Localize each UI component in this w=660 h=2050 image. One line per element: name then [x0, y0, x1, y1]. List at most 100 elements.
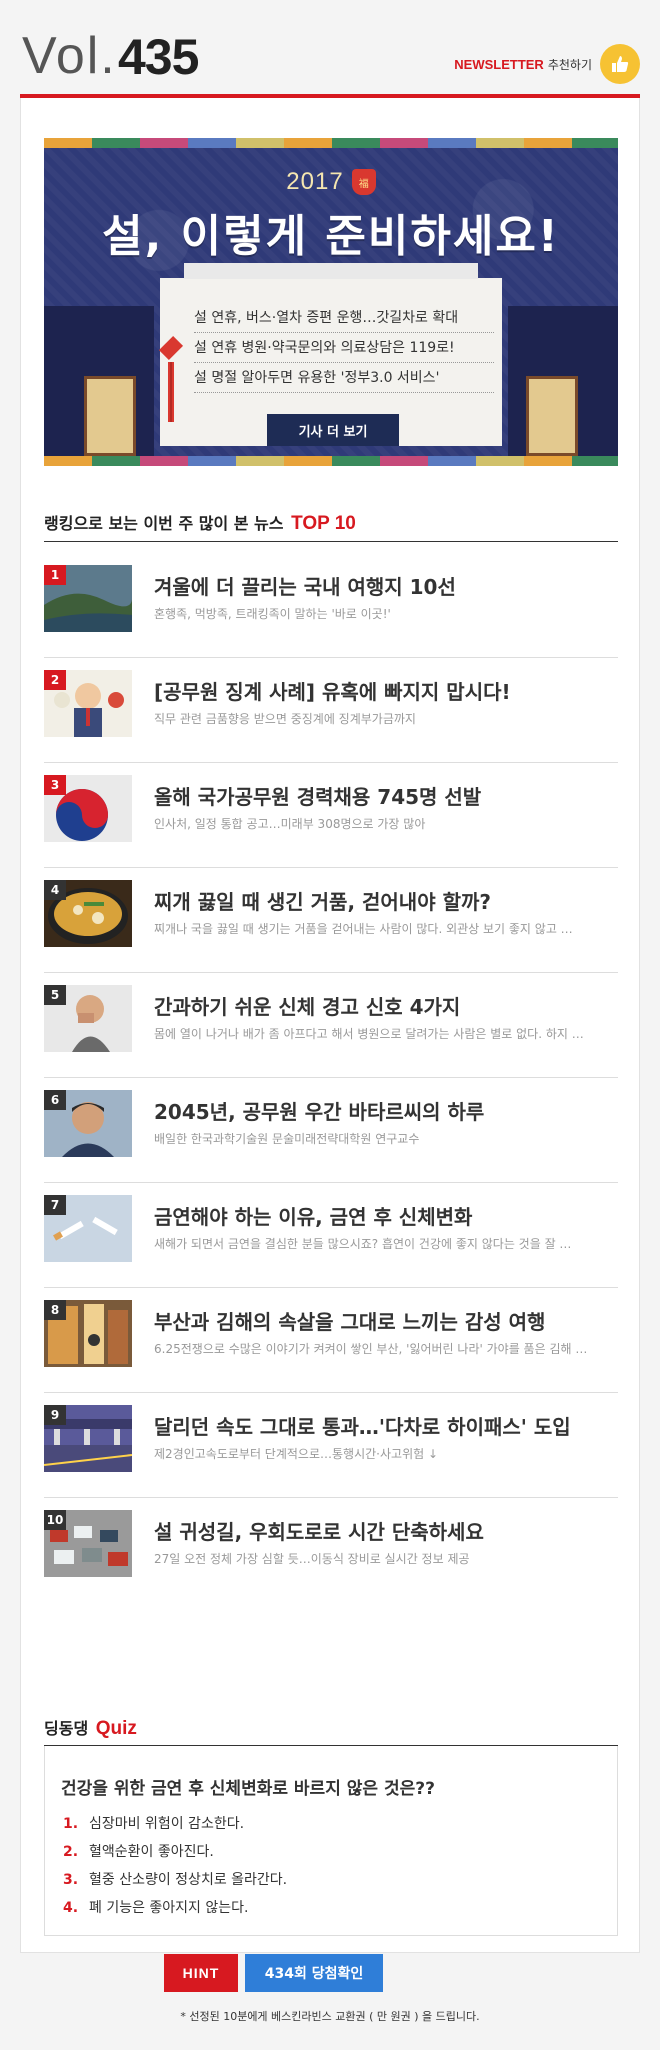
news-desc: 인사처, 일정 통합 공고…미래부 308명으로 가장 많아 — [154, 817, 426, 831]
news-thumbnail[interactable]: 9 — [44, 1405, 132, 1472]
winners-check-button[interactable]: 434회 당첨확인 — [245, 1954, 383, 1992]
quiz-option-number: 3. — [63, 1872, 79, 1888]
lunar-new-year-banner[interactable]: 2017 福 설, 이렇게 준비하세요! 설 연휴, 버스·열차 증편 운행…갓… — [44, 138, 618, 466]
hanok-building-left — [44, 306, 154, 456]
quiz-option-number: 1. — [63, 1816, 79, 1832]
ranking-title-text: 랭킹으로 보는 이번 주 많이 본 뉴스 — [44, 514, 284, 533]
thumbs-up-icon[interactable] — [600, 44, 640, 84]
banner-line[interactable]: 설 명절 알아두면 유용한 '정부3.0 서비스' — [194, 363, 494, 393]
banner-year-row: 2017 福 — [44, 168, 618, 196]
scroll-bar — [184, 263, 478, 279]
quiz-option-text: 혈중 산소량이 정상치로 올라간다. — [89, 1872, 288, 1888]
knot-ornament-icon — [158, 308, 184, 422]
prize-note: * 선정된 10분에게 베스킨라빈스 교환권 ( 만 원권 ) 을 드립니다. — [180, 2010, 480, 2023]
news-title[interactable]: 달리던 속도 그대로 통과…'다차로 하이패스' 도입 — [154, 1411, 571, 1440]
thumbs-up-glyph — [612, 56, 629, 72]
news-thumbnail[interactable]: 8 — [44, 1300, 132, 1367]
banner-lines: 설 연휴, 버스·열차 증편 운행…갓길차로 확대 설 연휴 병원·약국문의와 … — [194, 303, 494, 393]
news-item[interactable]: 8 부산과 김해의 속살을 그대로 느끼는 감성 여행 6.25전쟁으로 수많은… — [44, 1288, 618, 1393]
quiz-title-text: 딩동댕 — [44, 1719, 89, 1738]
rank-badge: 3 — [44, 775, 66, 795]
news-desc: 몸에 열이 나거나 배가 좀 아프다고 해서 병원으로 달려가는 사람은 별로 … — [154, 1027, 584, 1041]
hanok-window-right — [526, 376, 578, 456]
news-title[interactable]: 2045년, 공무원 우간 바타르씨의 하루 — [154, 1096, 484, 1125]
vol-prefix: Vol. — [22, 27, 117, 85]
news-desc: 6.25전쟁으로 수많은 이야기가 켜켜이 쌓인 부산, '잃어버린 나라' 가… — [154, 1342, 588, 1356]
ranking-title-accent: TOP 10 — [291, 513, 356, 534]
lucky-pouch-icon: 福 — [351, 169, 376, 195]
news-item[interactable]: 5 간과하기 쉬운 신체 경고 신호 4가지 몸에 열이 나거나 배가 좀 아프… — [44, 973, 618, 1078]
recommend-label: 추천하기 — [547, 57, 592, 72]
ranking-title: 랭킹으로 보는 이번 주 많이 본 뉴스 TOP 10 — [44, 510, 356, 535]
quiz-option-number: 2. — [63, 1844, 79, 1860]
quiz-buttons: HINT 434회 당첨확인 — [164, 1954, 383, 1992]
banner-line[interactable]: 설 연휴, 버스·열차 증편 운행…갓길차로 확대 — [194, 303, 494, 333]
quiz-options: 1. 심장마비 위험이 감소한다. 2. 혈액순환이 좋아진다. 3. 혈중 산소량이… — [63, 1810, 287, 1922]
news-title[interactable]: 금연해야 하는 이유, 금연 후 신체변화 — [154, 1201, 472, 1230]
news-item[interactable]: 4 찌개 끓일 때 생긴 거품, 걷어내야 할까? 찌개나 국을 끓일 때 생기… — [44, 868, 618, 973]
news-desc: 새해가 되면서 금연을 결심한 분들 많으시죠? 흡연이 건강에 좋지 않다는 … — [154, 1237, 572, 1251]
news-item[interactable]: 1 겨울에 더 끌리는 국내 여행지 10선 혼행족, 먹방족, 트래킹족이 말… — [44, 553, 618, 658]
quiz-option-text: 심장마비 위험이 감소한다. — [89, 1816, 245, 1832]
banner-year: 2017 — [286, 168, 344, 195]
rank-badge: 10 — [44, 1510, 66, 1530]
news-item[interactable]: 7 금연해야 하는 이유, 금연 후 신체변화 새해가 되면서 금연을 결심한 … — [44, 1183, 618, 1288]
rank-badge: 1 — [44, 565, 66, 585]
news-desc: 제2경인고속도로부터 단계적으로…통행시간·사고위험 ↓ — [154, 1447, 439, 1461]
quiz-option-text: 폐 기능은 좋아지지 않는다. — [89, 1900, 249, 1916]
read-more-button[interactable]: 기사 더 보기 — [267, 414, 399, 446]
news-thumbnail[interactable]: 5 — [44, 985, 132, 1052]
news-title[interactable]: 부산과 김해의 속살을 그대로 느끼는 감성 여행 — [154, 1306, 545, 1335]
news-thumbnail[interactable]: 4 — [44, 880, 132, 947]
hanok-window-left — [84, 376, 136, 456]
rank-badge: 7 — [44, 1195, 66, 1215]
news-thumbnail[interactable]: 7 — [44, 1195, 132, 1262]
rank-badge: 8 — [44, 1300, 66, 1320]
quiz-title-accent: Quiz — [95, 1718, 137, 1739]
quiz-option: 2. 혈액순환이 좋아진다. — [63, 1838, 287, 1866]
news-desc: 찌개나 국을 끓일 때 생기는 거품을 걷어내는 사람이 많다. 외관상 보기 … — [154, 922, 573, 936]
quiz-box: 건강을 위한 금연 후 신체변화로 바르지 않은 것은?? 1. 심장마비 위험이… — [44, 1746, 618, 1936]
ranking-divider — [44, 541, 618, 542]
rank-badge: 9 — [44, 1405, 66, 1425]
quiz-question: 건강을 위한 금연 후 신체변화로 바르지 않은 것은?? — [61, 1779, 435, 1799]
news-list: 1 겨울에 더 끌리는 국내 여행지 10선 혼행족, 먹방족, 트래킹족이 말… — [44, 553, 618, 1603]
news-title[interactable]: 올해 국가공무원 경력채용 745명 선발 — [154, 781, 481, 810]
news-thumbnail[interactable]: 6 — [44, 1090, 132, 1157]
news-item[interactable]: 6 2045년, 공무원 우간 바타르씨의 하루 배일한 한국과학기술원 문술미… — [44, 1078, 618, 1183]
news-title[interactable]: [공무원 징계 사례] 유혹에 빠지지 맙시다! — [154, 676, 511, 705]
news-desc: 혼행족, 먹방족, 트래킹족이 말하는 '바로 이곳!' — [154, 607, 391, 621]
news-title[interactable]: 간과하기 쉬운 신체 경고 신호 4가지 — [154, 991, 460, 1020]
rank-badge: 5 — [44, 985, 66, 1005]
news-title[interactable]: 겨울에 더 끌리는 국내 여행지 10선 — [154, 571, 456, 600]
quiz-option: 4. 폐 기능은 좋아지지 않는다. — [63, 1894, 287, 1922]
news-thumbnail[interactable]: 10 — [44, 1510, 132, 1577]
banner-line[interactable]: 설 연휴 병원·약국문의와 의료상담은 119로! — [194, 333, 494, 363]
news-title[interactable]: 찌개 끓일 때 생긴 거품, 걷어내야 할까? — [154, 886, 491, 915]
news-item[interactable]: 3 올해 국가공무원 경력채용 745명 선발 인사처, 일정 통합 공고…미래… — [44, 763, 618, 868]
banner-stripe-top — [44, 138, 618, 148]
news-thumbnail[interactable]: 2 — [44, 670, 132, 737]
news-desc: 직무 관련 금품향응 받으면 중징계에 징계부가금까지 — [154, 712, 416, 726]
news-thumbnail[interactable]: 1 — [44, 565, 132, 632]
recommend-newsletter[interactable]: NEWSLETTER 추천하기 — [454, 44, 640, 84]
quiz-title: 딩동댕 Quiz — [44, 1715, 137, 1740]
rank-badge: 4 — [44, 880, 66, 900]
content-panel: 2017 福 설, 이렇게 준비하세요! 설 연휴, 버스·열차 증편 운행…갓… — [20, 98, 640, 2023]
news-item[interactable]: 10 설 귀성길, 우회도로로 시간 단축하세요 27일 오전 정체 가장 심할… — [44, 1498, 618, 1603]
banner-headline: 설, 이렇게 준비하세요! — [102, 211, 560, 262]
newsletter-label: NEWSLETTER — [454, 56, 544, 72]
hanok-building-right — [508, 306, 618, 456]
newsletter: Vol. 435 NEWSLETTER 추천하기 2017 福 설, 이렇게 준… — [20, 0, 640, 2023]
newsletter-header: Vol. 435 NEWSLETTER 추천하기 — [20, 0, 640, 98]
quiz-option: 3. 혈중 산소량이 정상치로 올라간다. — [63, 1866, 287, 1894]
news-thumbnail[interactable]: 3 — [44, 775, 132, 842]
quiz-option-text: 혈액순환이 좋아진다. — [89, 1844, 214, 1860]
rank-badge: 6 — [44, 1090, 66, 1110]
hint-button[interactable]: HINT — [164, 1954, 238, 1992]
news-item[interactable]: 9 달리던 속도 그대로 통과…'다차로 하이패스' 도입 제2경인고속도로부터… — [44, 1393, 618, 1498]
banner-stripe-bottom — [44, 456, 618, 466]
news-title[interactable]: 설 귀성길, 우회도로로 시간 단축하세요 — [154, 1516, 484, 1545]
news-item[interactable]: 2 [공무원 징계 사례] 유혹에 빠지지 맙시다! 직무 관련 금품향응 받으… — [44, 658, 618, 763]
rank-badge: 2 — [44, 670, 66, 690]
